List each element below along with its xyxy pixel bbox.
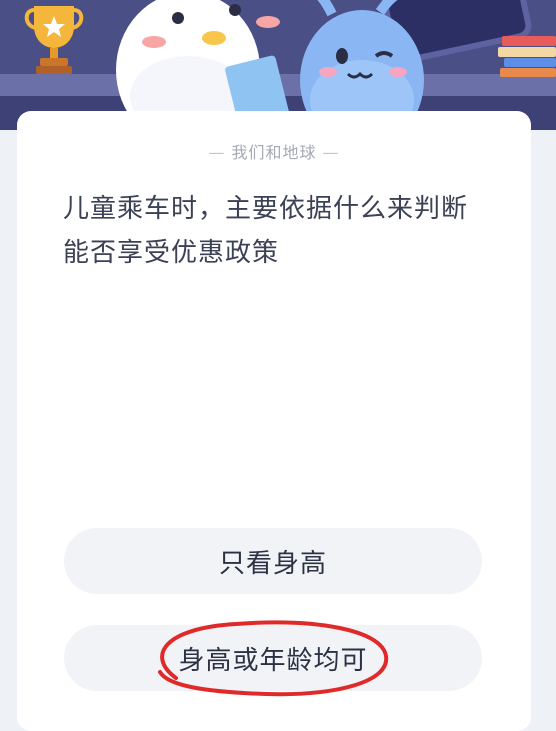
card-source-text: 我们和地球 [231, 143, 317, 162]
trophy-icon [24, 6, 84, 74]
option-button-1[interactable]: 只看身高 [64, 528, 482, 594]
card-source-label: — 我们和地球 — [17, 139, 531, 163]
question-text: 儿童乘车时，主要依据什么来判断能否享受优惠政策 [63, 194, 469, 268]
option-button-2[interactable]: 身高或年龄均可 [64, 625, 482, 691]
option-label-2: 身高或年龄均可 [178, 645, 368, 676]
question-card: — 我们和地球 — 儿童乘车时，主要依据什么来判断能否享受优惠政策 只看身高 身高或… [17, 111, 531, 731]
option-label-1: 只看身高 [218, 548, 327, 579]
dash-left-icon: — [208, 143, 226, 162]
books-icon [498, 36, 556, 77]
dash-right-icon: — [322, 143, 340, 162]
